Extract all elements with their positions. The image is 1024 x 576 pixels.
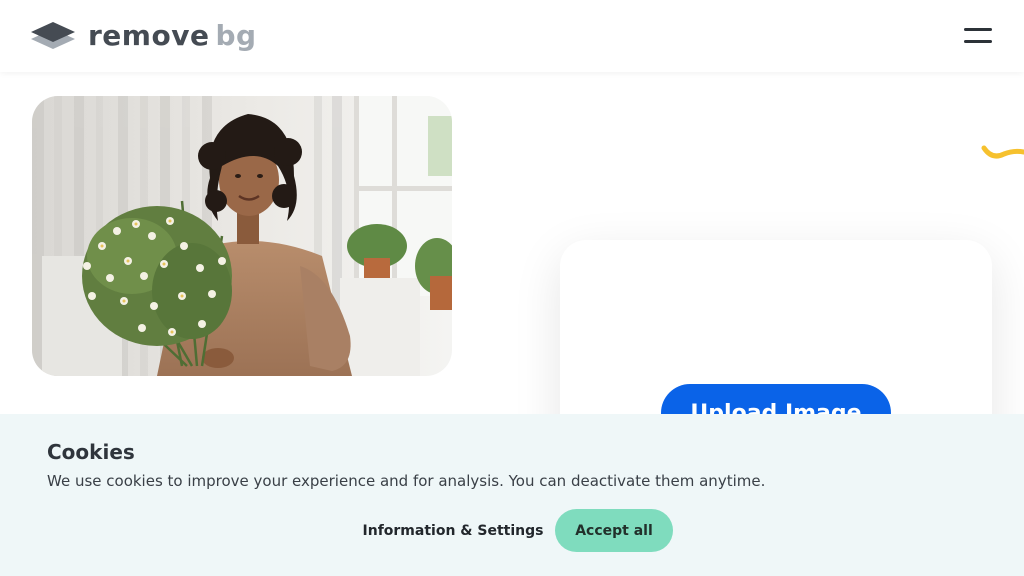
hero-image xyxy=(32,96,452,376)
woman-with-flowers-photo xyxy=(32,96,452,376)
information-settings-button[interactable]: Information & Settings xyxy=(362,510,544,552)
cookie-text: We use cookies to improve your experienc… xyxy=(47,472,766,490)
logo-text: remove bg xyxy=(88,22,257,50)
top-header: remove bg xyxy=(0,0,1024,72)
cookie-title: Cookies xyxy=(47,440,135,464)
yellow-squiggle-decoration xyxy=(981,145,1024,159)
menu-line xyxy=(964,40,992,43)
cookie-banner: Cookies We use cookies to improve your e… xyxy=(0,414,1024,576)
menu-line xyxy=(964,28,992,31)
logo-word-remove: remove xyxy=(88,19,210,52)
hamburger-menu-icon[interactable] xyxy=(958,22,998,50)
logo-word-bg: bg xyxy=(215,19,257,52)
logo-link[interactable]: remove bg xyxy=(31,18,257,54)
layers-logo-icon xyxy=(31,22,75,49)
accept-all-button[interactable]: Accept all xyxy=(555,509,673,552)
page: remove bg Upload Image Cookies We use co… xyxy=(0,0,1024,576)
